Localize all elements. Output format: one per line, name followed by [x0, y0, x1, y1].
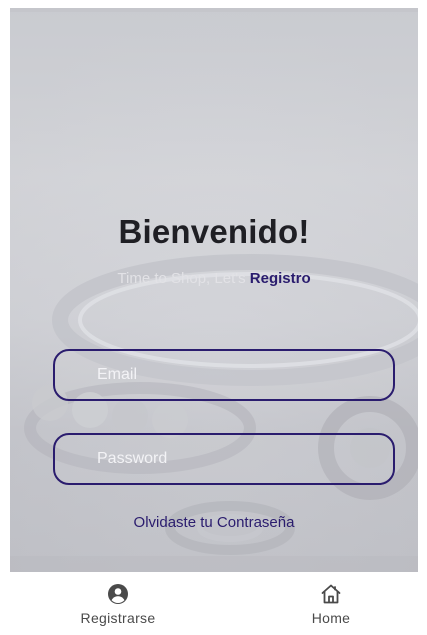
page-title: Bienvenido! — [118, 213, 310, 250]
forgot-password-link[interactable]: Olvidaste tu Contraseña — [10, 514, 418, 531]
register-link[interactable]: Registro — [250, 270, 311, 287]
bearings-photo — [10, 8, 418, 572]
password-input[interactable] — [95, 449, 353, 469]
subtitle-text: Time to Shop, Let's — [117, 270, 250, 287]
app-screen: Bienvenido! Time to Shop, Let's Registro… — [0, 0, 427, 635]
bottom-navigation: Registrarse Home — [0, 572, 427, 635]
background-image: Bienvenido! Time to Shop, Let's Registro… — [10, 8, 418, 572]
email-input[interactable] — [95, 365, 353, 385]
subtitle: Time to Shop, Let's Registro — [10, 270, 418, 287]
home-icon — [321, 584, 341, 604]
account-circle-icon — [108, 584, 128, 604]
email-field[interactable] — [53, 349, 395, 401]
nav-item-registrarse[interactable]: Registrarse — [58, 582, 178, 626]
nav-item-home[interactable]: Home — [271, 582, 391, 626]
password-field[interactable] — [53, 433, 395, 485]
nav-label-home: Home — [311, 610, 351, 626]
nav-label-registrarse: Registrarse — [80, 610, 156, 626]
